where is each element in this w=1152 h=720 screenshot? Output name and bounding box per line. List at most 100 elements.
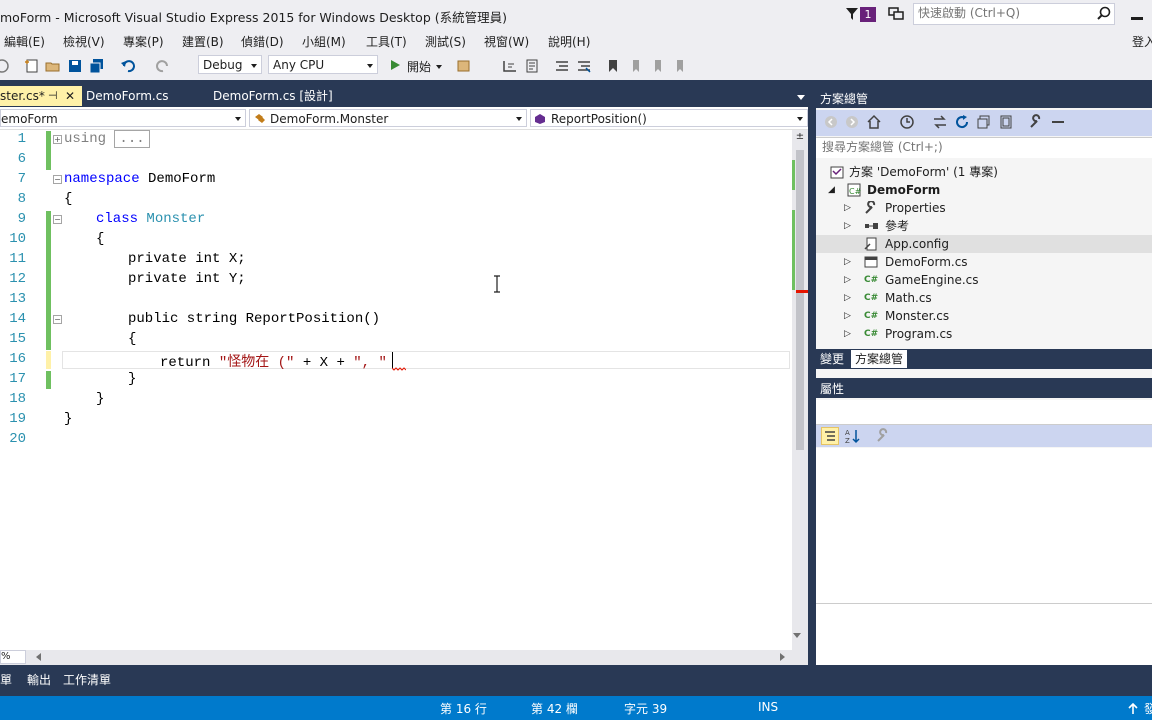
- categorized-icon[interactable]: [821, 427, 839, 445]
- feedback-icon[interactable]: [888, 7, 904, 21]
- code-line-8[interactable]: {: [64, 191, 72, 207]
- scroll-right-icon[interactable]: [780, 653, 785, 661]
- code-line-10[interactable]: {: [96, 231, 104, 247]
- undo-icon[interactable]: [120, 58, 136, 74]
- wrench-icon[interactable]: [875, 428, 891, 444]
- tree-item-program-cs[interactable]: Program.cs: [885, 325, 952, 343]
- tab-overflow-icon[interactable]: [797, 95, 805, 100]
- tab-monster-cs[interactable]: ster.cs* ⊣ ✕: [0, 86, 82, 106]
- menu-edit[interactable]: 編輯(E): [4, 33, 45, 50]
- tab-demoform-cs[interactable]: DemoForm.cs: [80, 86, 175, 106]
- application-insights-icon[interactable]: [456, 58, 472, 74]
- open-file-icon[interactable]: [45, 58, 61, 74]
- outline-icon[interactable]: [524, 58, 540, 74]
- code-editor[interactable]: [0, 130, 792, 650]
- collapsed-arrow-icon[interactable]: ▷: [844, 289, 851, 307]
- bookmark-clear-icon[interactable]: [671, 58, 687, 74]
- tree-item-properties[interactable]: Properties: [885, 199, 946, 217]
- code-line-11[interactable]: private int X;: [128, 251, 246, 267]
- tab-task-list[interactable]: 工作清單: [63, 671, 111, 688]
- code-line-12[interactable]: private int Y;: [128, 271, 246, 287]
- status-publish[interactable]: 發: [1144, 700, 1152, 717]
- quick-launch-input[interactable]: [918, 6, 1088, 20]
- notification-badge[interactable]: 1: [860, 7, 876, 22]
- forward-icon[interactable]: [845, 115, 859, 129]
- properties-object-selector[interactable]: [816, 400, 1152, 425]
- collapsed-region[interactable]: ...: [114, 130, 150, 148]
- collapse-icon[interactable]: −: [53, 215, 62, 224]
- collapsed-arrow-icon[interactable]: ▷: [844, 325, 851, 343]
- nav-back-icon[interactable]: [0, 58, 10, 74]
- code-line-16[interactable]: return "怪物在 (" + X + ", ": [160, 351, 395, 371]
- code-line-19[interactable]: }: [64, 411, 72, 427]
- tree-item-math-cs[interactable]: Math.cs: [885, 289, 932, 307]
- collapsed-arrow-icon[interactable]: ▷: [844, 271, 851, 289]
- menu-tools[interactable]: 工具(T): [366, 33, 407, 50]
- expand-icon[interactable]: +: [53, 135, 62, 144]
- menu-test[interactable]: 測試(S): [425, 33, 466, 50]
- tree-item-demoform-cs[interactable]: DemoForm.cs: [885, 253, 968, 271]
- publish-arrow-icon[interactable]: [1128, 703, 1138, 715]
- save-icon[interactable]: [67, 58, 83, 74]
- back-icon[interactable]: [824, 115, 838, 129]
- tab-changes[interactable]: 變更: [816, 350, 848, 368]
- tab-demoform-designer[interactable]: DemoForm.cs [設計]: [207, 86, 339, 106]
- code-line-14[interactable]: public string ReportPosition(): [128, 311, 380, 327]
- save-all-icon[interactable]: [89, 58, 105, 74]
- start-debug-button[interactable]: 開始: [387, 57, 447, 75]
- code-line-7[interactable]: namespace DemoForm: [64, 171, 215, 187]
- filter-icon[interactable]: [845, 7, 859, 21]
- menu-project[interactable]: 專案(P): [123, 33, 164, 50]
- code-line-9[interactable]: class Monster: [96, 211, 205, 227]
- bookmark-next-icon[interactable]: [649, 58, 665, 74]
- collapsed-arrow-icon[interactable]: ▷: [844, 253, 851, 271]
- menu-team[interactable]: 小組(M): [302, 33, 346, 50]
- code-line-1[interactable]: using ...: [64, 130, 150, 148]
- status-insert-mode[interactable]: INS: [758, 700, 778, 714]
- collapse-all-icon[interactable]: [976, 114, 992, 130]
- tree-project[interactable]: DemoForm: [867, 181, 940, 199]
- menu-debug[interactable]: 偵錯(D): [241, 33, 284, 50]
- code-line-18[interactable]: }: [96, 391, 104, 407]
- tab-output[interactable]: 輸出: [27, 671, 51, 688]
- tree-item-references[interactable]: 參考: [885, 217, 909, 235]
- tree-item-gameengine-cs[interactable]: GameEngine.cs: [885, 271, 979, 289]
- class-dropdown[interactable]: DemoForm.Monster: [249, 109, 527, 127]
- tab-solution-explorer[interactable]: 方案總管: [851, 350, 908, 368]
- sign-in-link[interactable]: 登入: [1132, 33, 1152, 50]
- expanded-arrow-icon[interactable]: ◢: [828, 181, 835, 199]
- platform-dropdown[interactable]: Any CPU: [268, 55, 378, 74]
- menu-window[interactable]: 視窗(W): [484, 33, 529, 50]
- menu-build[interactable]: 建置(B): [182, 33, 224, 50]
- pin-icon[interactable]: ⊣: [48, 86, 58, 106]
- history-icon[interactable]: [899, 114, 915, 130]
- configuration-dropdown[interactable]: Debug: [198, 55, 262, 74]
- close-icon[interactable]: ✕: [65, 86, 75, 106]
- scroll-down-icon[interactable]: [793, 633, 801, 638]
- solution-explorer-search[interactable]: [816, 137, 1152, 159]
- tree-solution[interactable]: 方案 'DemoForm' (1 專案): [849, 163, 998, 181]
- scrollbar-thumb[interactable]: [796, 150, 804, 450]
- horizontal-scrollbar[interactable]: [0, 650, 808, 665]
- redo-icon[interactable]: [155, 58, 171, 74]
- bookmark-icon[interactable]: [605, 58, 621, 74]
- minimize-button[interactable]: [1128, 6, 1148, 22]
- quick-launch-box[interactable]: [913, 3, 1115, 25]
- member-dropdown[interactable]: ReportPosition(): [530, 109, 808, 127]
- tree-item-app-config[interactable]: App.config: [885, 235, 949, 253]
- comment-out-icon[interactable]: [554, 58, 570, 74]
- refresh-icon[interactable]: [954, 114, 970, 130]
- scroll-left-icon[interactable]: [36, 653, 41, 661]
- collapsed-arrow-icon[interactable]: ▷: [844, 217, 851, 235]
- sync-icon[interactable]: [932, 114, 948, 130]
- project-dropdown[interactable]: emoForm: [0, 109, 246, 127]
- code-line-17[interactable]: }: [128, 371, 136, 387]
- menu-view[interactable]: 檢視(V): [63, 33, 105, 50]
- collapse-icon[interactable]: −: [53, 315, 62, 324]
- search-icon[interactable]: [1097, 6, 1111, 20]
- zoom-dropdown[interactable]: %: [0, 650, 26, 664]
- menu-help[interactable]: 說明(H): [548, 33, 590, 50]
- home-icon[interactable]: [866, 114, 882, 130]
- tab-error-list[interactable]: 清單: [0, 671, 12, 688]
- new-project-icon[interactable]: [24, 58, 40, 74]
